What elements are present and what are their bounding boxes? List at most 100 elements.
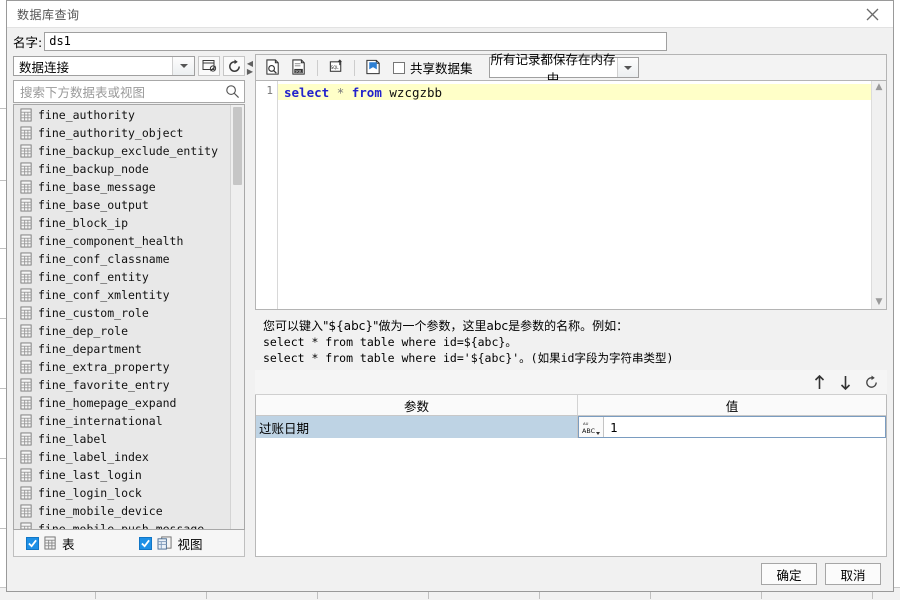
connection-select-arrow[interactable]: [172, 57, 194, 75]
blue-flag-icon: [365, 59, 380, 75]
list-item-label: fine_homepage_expand: [38, 396, 177, 410]
edit-connection-button[interactable]: [198, 56, 220, 76]
view-checkbox[interactable]: [138, 536, 152, 550]
hint-line-1: 您可以键入"${abc}"做为一个参数，这里abc是参数的名称。例如：: [263, 319, 629, 333]
shared-dataset-box[interactable]: [393, 61, 405, 74]
line-number: 1: [266, 84, 273, 97]
list-item[interactable]: fine_international: [14, 412, 230, 430]
list-item[interactable]: fine_homepage_expand: [14, 394, 230, 412]
list-item[interactable]: fine_department: [14, 340, 230, 358]
list-item[interactable]: fine_conf_xmlentity: [14, 286, 230, 304]
list-item-label: fine_department: [38, 342, 142, 356]
dialog-titlebar: 数据库查询: [7, 1, 893, 28]
refresh-params-button[interactable]: [863, 374, 879, 390]
table-row[interactable]: 过账日期 ᴬᵁ ABC 1: [256, 416, 886, 438]
table-item-icon: [20, 216, 32, 230]
move-up-button[interactable]: [811, 374, 827, 390]
list-item-label: fine_dep_role: [38, 324, 129, 338]
table-item-icon: [20, 504, 32, 518]
table-item-icon: [20, 396, 32, 410]
dialog-footer: 确定 取消: [7, 557, 893, 591]
editor-toolbar: SQL SQL 共享数据集 所有记录都保存在内存中: [255, 52, 887, 86]
abc-type-icon[interactable]: ᴬᵁ ABC: [579, 417, 604, 437]
memory-mode-arrow[interactable]: [616, 58, 638, 77]
table-item-icon: [20, 180, 32, 194]
list-item[interactable]: fine_backup_exclude_entity: [14, 142, 230, 160]
table-item-icon: [20, 198, 32, 212]
flag-button[interactable]: [361, 57, 385, 78]
list-item-label: fine_conf_entity: [38, 270, 149, 284]
name-row: 名字: ds1: [7, 28, 893, 54]
splitter-right-arrow[interactable]: ▶: [247, 68, 253, 76]
list-item[interactable]: fine_extra_property: [14, 358, 230, 376]
scroll-down-icon[interactable]: ▼: [876, 298, 883, 307]
database-query-dialog: 数据库查询 名字: ds1 数据连接 搜索下方数据表或视图 fine_autho…: [6, 0, 894, 592]
check-icon: [28, 539, 37, 548]
panel-splitter[interactable]: ◀ ▶: [245, 54, 255, 557]
list-item[interactable]: fine_block_ip: [14, 214, 230, 232]
list-item[interactable]: fine_login_lock: [14, 484, 230, 502]
cancel-button[interactable]: 取消: [825, 563, 881, 585]
list-item[interactable]: fine_label: [14, 430, 230, 448]
memory-mode-select[interactable]: 所有记录都保存在内存中: [488, 52, 639, 86]
close-icon: [866, 8, 878, 20]
search-input[interactable]: 搜索下方数据表或视图: [20, 82, 225, 101]
list-item-label: fine_base_output: [38, 198, 149, 212]
table-list-scrollbar[interactable]: [230, 105, 244, 529]
sql-star: *: [336, 84, 345, 100]
refresh-connection-button[interactable]: [223, 56, 245, 76]
list-item[interactable]: fine_authority_object: [14, 124, 230, 142]
list-item[interactable]: fine_conf_entity: [14, 268, 230, 286]
preview-button[interactable]: [261, 57, 285, 78]
scrollbar-thumb[interactable]: [233, 107, 242, 185]
hint-line-2: select * from table where id=${abc}。: [263, 335, 517, 349]
close-button[interactable]: [857, 3, 887, 25]
preview-page-icon: [265, 59, 279, 75]
table-item-icon: [20, 414, 32, 428]
check-icon: [140, 539, 150, 548]
table-item-icon: [20, 306, 32, 320]
connection-select[interactable]: 数据连接: [13, 56, 195, 76]
chevron-down-icon: [623, 65, 632, 70]
list-item-label: fine_backup_exclude_entity: [38, 144, 219, 158]
list-item[interactable]: fine_backup_node: [14, 160, 230, 178]
list-item[interactable]: fine_authority: [14, 106, 230, 124]
list-item-label: fine_label_index: [38, 450, 149, 464]
list-item[interactable]: fine_dep_role: [14, 322, 230, 340]
list-item[interactable]: fine_conf_classname: [14, 250, 230, 268]
list-item[interactable]: fine_mobile_push_message: [14, 520, 230, 529]
table-checkbox[interactable]: [26, 536, 39, 550]
list-item[interactable]: fine_label_index: [14, 448, 230, 466]
shared-dataset-checkbox[interactable]: 共享数据集: [393, 58, 473, 77]
parameter-name-cell[interactable]: 过账日期: [256, 416, 578, 438]
list-item[interactable]: fine_last_login: [14, 466, 230, 484]
parameter-toolbar: [255, 370, 887, 395]
sql-line-1[interactable]: select * from wzcgzbb: [278, 84, 871, 100]
sql-upload-button[interactable]: SQL: [324, 57, 348, 78]
list-item[interactable]: fine_base_output: [14, 196, 230, 214]
sql-table-name: wzcgzbb: [389, 84, 443, 100]
table-list[interactable]: fine_authority fine_authority_object fin…: [14, 105, 230, 529]
move-down-button[interactable]: [837, 374, 853, 390]
parameter-value-cell[interactable]: ᴬᵁ ABC 1: [578, 416, 886, 438]
list-item[interactable]: fine_custom_role: [14, 304, 230, 322]
sql-editor[interactable]: 1 select * from wzcgzbb ▲ ▼: [255, 80, 887, 310]
ok-button[interactable]: 确定: [761, 563, 817, 585]
list-item[interactable]: fine_mobile_device: [14, 502, 230, 520]
abc-type-glyph: ᴬᵁ ABC: [582, 422, 600, 435]
sql-document-button[interactable]: SQL: [287, 57, 311, 78]
search-box[interactable]: 搜索下方数据表或视图: [13, 80, 245, 103]
filter-table-group[interactable]: 表: [26, 534, 75, 553]
editor-scrollbar[interactable]: ▲ ▼: [871, 81, 886, 309]
table-item-icon: [20, 522, 32, 529]
list-item[interactable]: fine_component_health: [14, 232, 230, 250]
table-item-icon: [20, 486, 32, 500]
sql-code-area[interactable]: select * from wzcgzbb: [278, 81, 871, 309]
scroll-up-icon[interactable]: ▲: [876, 83, 883, 92]
list-item[interactable]: fine_base_message: [14, 178, 230, 196]
parameter-table: 参数 值 过账日期 ᴬᵁ ABC 1: [255, 395, 887, 557]
filter-view-group[interactable]: 视图: [138, 534, 203, 553]
list-item[interactable]: fine_favorite_entry: [14, 376, 230, 394]
table-list-container: fine_authority fine_authority_object fin…: [13, 104, 245, 530]
shared-dataset-label: 共享数据集: [410, 61, 473, 76]
